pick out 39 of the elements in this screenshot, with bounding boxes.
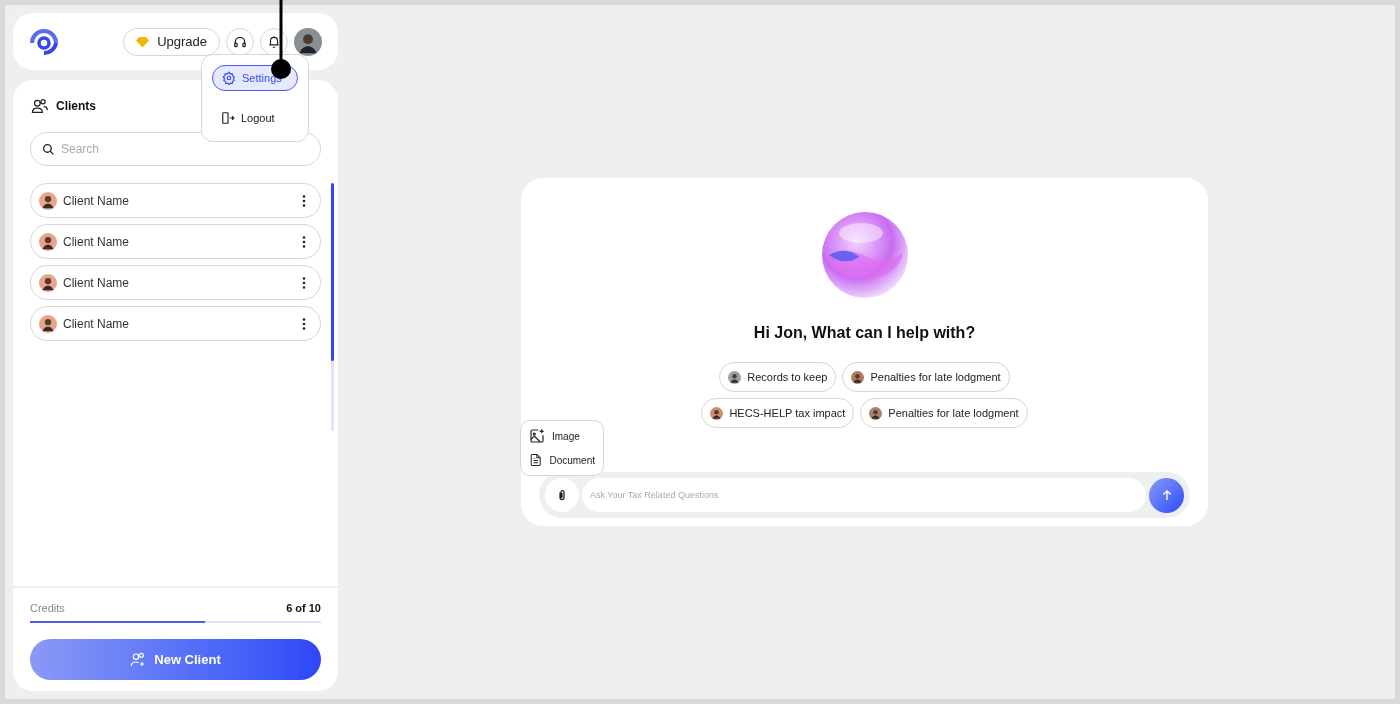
greeting: Hi Jon, What can I help with?: [753, 323, 976, 343]
logout-icon: [221, 111, 235, 125]
avatar-icon: [39, 273, 57, 292]
credits-reading: 6 of 10: [286, 600, 321, 616]
question-input[interactable]: Ask Your Tax Related Questions: [582, 478, 1146, 512]
bell-icon: [267, 34, 281, 49]
settings-icon: [222, 71, 236, 85]
avatar-icon: [39, 232, 57, 251]
paperclip-icon: [556, 488, 568, 502]
more-icon[interactable]: [302, 194, 306, 207]
attach-option[interactable]: Document: [529, 451, 595, 469]
search-icon: [42, 143, 55, 156]
add-user-icon: [130, 651, 147, 668]
logo-icon: [29, 28, 59, 55]
clients-title: Clients: [56, 98, 96, 115]
avatar-icon: [39, 191, 57, 210]
send-button[interactable]: [1149, 477, 1184, 513]
new-client-button[interactable]: New Client: [30, 639, 321, 680]
credits-label: Credits: [30, 600, 65, 616]
avatar-icon: [39, 314, 57, 333]
avatar-icon: [728, 370, 742, 384]
more-icon[interactable]: [302, 276, 306, 289]
diamond-icon: [136, 35, 150, 48]
scrollbar[interactable]: [331, 183, 334, 431]
headset-icon: [233, 34, 247, 49]
arrow-up-icon: [1161, 489, 1172, 501]
more-icon[interactable]: [302, 317, 306, 330]
avatar-icon: [869, 406, 883, 420]
search-field[interactable]: Search: [30, 132, 321, 166]
avatar-icon: [851, 370, 865, 384]
avatar-icon: [710, 406, 724, 420]
document-icon: [529, 452, 543, 468]
attach-button[interactable]: [545, 478, 579, 512]
image-icon: [529, 428, 545, 444]
user-avatar[interactable]: [294, 27, 322, 56]
menu-item[interactable]: Logout: [212, 105, 298, 131]
attach-option[interactable]: Image: [529, 427, 595, 445]
users-icon: [31, 98, 48, 114]
more-icon[interactable]: [302, 235, 306, 248]
